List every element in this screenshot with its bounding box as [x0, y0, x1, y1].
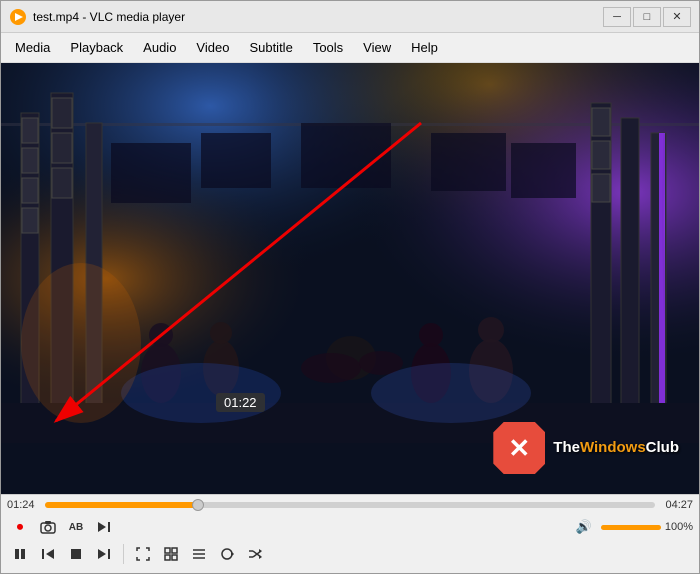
- total-time: 04:27: [661, 499, 693, 511]
- menu-bar: Media Playback Audio Video Subtitle Tool…: [1, 33, 699, 63]
- snapshot-button[interactable]: [35, 515, 61, 539]
- progress-fill: [45, 502, 198, 508]
- play-pause-button[interactable]: [7, 542, 33, 566]
- current-time: 01:24: [7, 499, 39, 511]
- random-button[interactable]: [242, 542, 268, 566]
- volume-icon[interactable]: 🔊: [571, 515, 597, 539]
- volume-track[interactable]: [601, 525, 661, 530]
- record-button[interactable]: ⏺: [7, 515, 33, 539]
- volume-area: 🔊 100%: [571, 515, 693, 539]
- prev-button[interactable]: [35, 542, 61, 566]
- menu-video[interactable]: Video: [186, 36, 239, 59]
- menu-tools[interactable]: Tools: [303, 36, 353, 59]
- progress-handle[interactable]: [192, 499, 204, 511]
- close-button[interactable]: ✕: [663, 7, 691, 27]
- frame-next-button[interactable]: [91, 515, 117, 539]
- playlist-button[interactable]: [186, 542, 212, 566]
- window-title: test.mp4 - VLC media player: [33, 10, 603, 24]
- app-icon: [9, 8, 27, 26]
- minimize-button[interactable]: ─: [603, 7, 631, 27]
- tooltip-time-value: 01:22: [224, 395, 257, 410]
- fullscreen-button[interactable]: [130, 542, 156, 566]
- stop-button[interactable]: [63, 542, 89, 566]
- progress-track[interactable]: [45, 502, 655, 508]
- next-button[interactable]: [91, 542, 117, 566]
- controls-area: 01:24 04:27 ⏺ AB: [1, 494, 699, 573]
- menu-help[interactable]: Help: [401, 36, 448, 59]
- controls-row-2: [7, 542, 693, 566]
- menu-media[interactable]: Media: [5, 36, 60, 59]
- menu-audio[interactable]: Audio: [133, 36, 186, 59]
- title-bar: test.mp4 - VLC media player ─ □ ✕: [1, 1, 699, 33]
- controls-row-1: ⏺ AB 🔊 100%: [7, 515, 693, 539]
- maximize-button[interactable]: □: [633, 7, 661, 27]
- volume-percent: 100%: [665, 521, 693, 533]
- menu-playback[interactable]: Playback: [60, 36, 133, 59]
- loop-button[interactable]: [214, 542, 240, 566]
- progress-row: 01:24 04:27: [7, 499, 693, 511]
- extended-settings-button[interactable]: [158, 542, 184, 566]
- video-scene: [1, 63, 699, 494]
- vlc-window: test.mp4 - VLC media player ─ □ ✕ Media …: [0, 0, 700, 574]
- window-controls: ─ □ ✕: [603, 7, 691, 27]
- volume-fill: [601, 525, 661, 530]
- video-area[interactable]: 01:22 ✕ TheWindowsClub: [1, 63, 699, 494]
- video-content: 01:22 ✕ TheWindowsClub: [1, 63, 699, 494]
- menu-subtitle[interactable]: Subtitle: [239, 36, 302, 59]
- time-tooltip: 01:22: [216, 393, 265, 412]
- menu-view[interactable]: View: [353, 36, 401, 59]
- ab-loop-button[interactable]: AB: [63, 515, 89, 539]
